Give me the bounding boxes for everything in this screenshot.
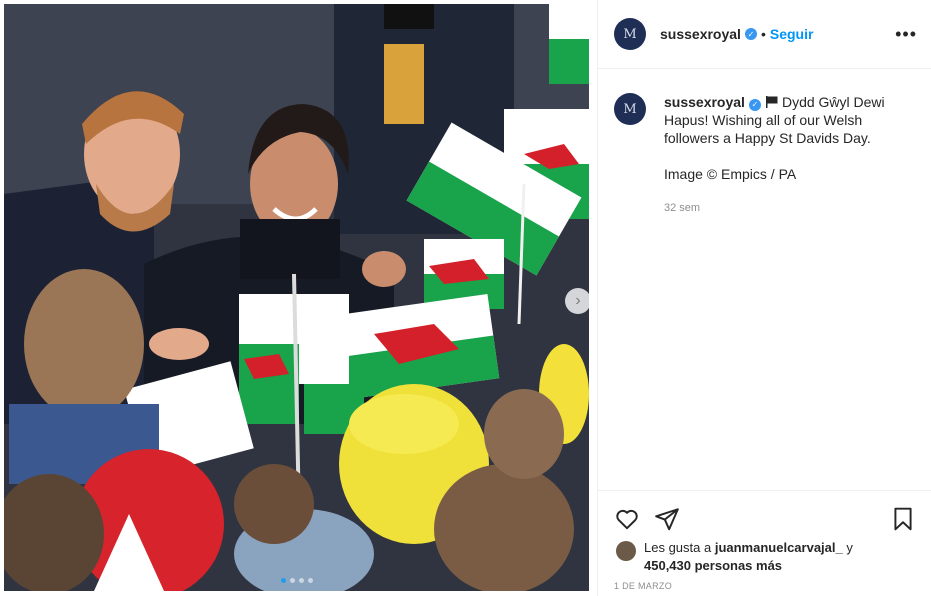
- likes-mid: y: [842, 540, 853, 555]
- carousel-dot: [280, 578, 286, 583]
- avatar[interactable]: M: [614, 18, 646, 50]
- carousel-dot: [298, 578, 304, 583]
- carousel-next-button[interactable]: ›: [565, 288, 589, 314]
- verified-badge-icon: ✓: [744, 28, 757, 40]
- carousel-dot: [289, 578, 295, 583]
- caption-credit: Image © Empics / PA: [664, 166, 797, 182]
- post-side-panel: M sussexroyal ✓ • Seguir ••• M sussexroy…: [597, 0, 931, 596]
- post-image[interactable]: ›: [4, 4, 589, 591]
- action-bar: [598, 491, 931, 535]
- post-header: M sussexroyal ✓ • Seguir •••: [598, 0, 931, 69]
- bookmark-icon[interactable]: [890, 506, 916, 532]
- post-actions-section: Les gusta a juanmanuelcarvajal_ y 450,43…: [598, 490, 931, 575]
- crowd-photo: [4, 4, 589, 591]
- caption: M sussexroyal ✓ Dydd Gŵyl Dewi Hapus! Wish…: [598, 69, 931, 217]
- carousel-dot: [307, 578, 313, 583]
- liker-avatar[interactable]: [616, 541, 636, 561]
- likes-summary: Les gusta a juanmanuelcarvajal_ y 450,43…: [598, 535, 931, 575]
- likes-text: Les gusta a juanmanuelcarvajal_ y 450,43…: [644, 539, 853, 575]
- follow-button[interactable]: Seguir: [770, 26, 814, 42]
- header-username[interactable]: sussexroyal: [660, 26, 741, 42]
- header-separator: •: [760, 26, 766, 42]
- paper-plane-icon[interactable]: [654, 506, 680, 532]
- likes-count[interactable]: 450,430 personas más: [644, 558, 782, 573]
- caption-body: sussexroyal ✓ Dydd Gŵyl Dewi Hapus! Wishin…: [664, 93, 894, 217]
- likes-prefix: Les gusta a: [644, 540, 715, 555]
- carousel-indicator: [4, 578, 589, 583]
- black-flag-icon: [765, 96, 778, 108]
- caption-username[interactable]: sussexroyal: [664, 94, 745, 110]
- post-date: 1 DE MARZO: [614, 581, 673, 591]
- heart-icon[interactable]: [614, 506, 640, 532]
- caption-timestamp[interactable]: 32 sem: [664, 199, 894, 217]
- more-options-icon[interactable]: •••: [895, 24, 917, 45]
- caption-avatar[interactable]: M: [614, 93, 646, 125]
- liker-username[interactable]: juanmanuelcarvajal_: [715, 540, 843, 555]
- verified-badge-icon: ✓: [748, 99, 761, 111]
